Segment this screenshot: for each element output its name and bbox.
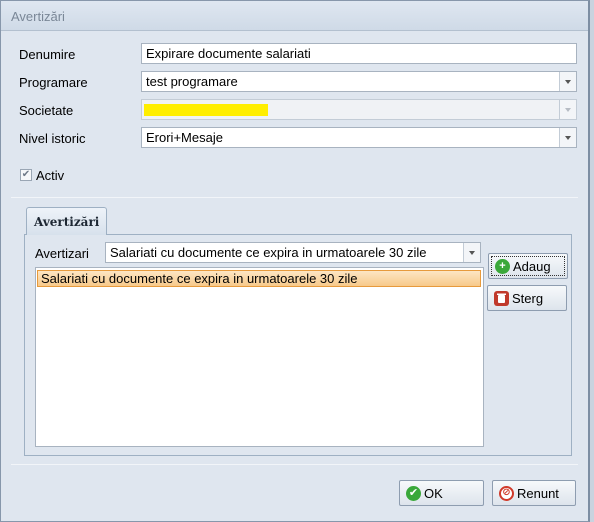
title-bar[interactable]: Avertizări xyxy=(1,1,588,31)
ok-button[interactable]: ✔ OK xyxy=(399,480,484,506)
avertizari-combo-value: Salariati cu documente ce expira in urma… xyxy=(110,245,427,260)
nivel-istoric-label: Nivel istoric xyxy=(19,131,86,146)
programare-combo[interactable]: test programare xyxy=(141,71,577,92)
activ-checkbox[interactable]: ✔ xyxy=(20,169,32,181)
avertizari-combo-label: Avertizari xyxy=(35,246,89,261)
programare-label: Programare xyxy=(19,75,88,90)
ok-button-label: OK xyxy=(424,485,443,501)
cancel-button-label: Renunt xyxy=(517,485,559,501)
chevron-down-icon xyxy=(559,100,576,119)
window-title: Avertizări xyxy=(11,9,65,24)
avertizari-list[interactable]: Salariati cu documente ce expira in urma… xyxy=(35,267,484,447)
footer-divider xyxy=(11,464,578,465)
denumire-input[interactable]: Expirare documente salariati xyxy=(141,43,577,64)
denumire-label: Denumire xyxy=(19,47,76,62)
programare-value: test programare xyxy=(146,74,238,89)
alert-dialog: Avertizări Denumire Expirare documente s… xyxy=(0,0,590,522)
avertizari-combo[interactable]: Salariati cu documente ce expira in urma… xyxy=(105,242,481,263)
societate-combo xyxy=(141,99,577,120)
nivel-istoric-combo[interactable]: Erori+Mesaje xyxy=(141,127,577,148)
chevron-down-icon[interactable] xyxy=(559,128,576,147)
checkmark-icon: ✔ xyxy=(406,485,421,501)
cancel-icon: ⊘ xyxy=(499,485,514,501)
divider xyxy=(11,197,578,198)
list-item[interactable]: Salariati cu documente ce expira in urma… xyxy=(37,270,481,287)
chevron-down-icon[interactable] xyxy=(463,243,480,262)
add-button[interactable]: + Adaug xyxy=(488,253,568,279)
tab-avertizari[interactable]: Avertizări xyxy=(26,207,107,235)
chevron-down-icon[interactable] xyxy=(559,72,576,91)
delete-button-label: Sterg xyxy=(512,290,544,306)
trash-icon xyxy=(494,290,509,306)
societate-label: Societate xyxy=(19,103,74,118)
activ-label: Activ xyxy=(36,168,65,183)
nivel-istoric-value: Erori+Mesaje xyxy=(146,130,223,145)
add-button-label: Adaug xyxy=(513,258,551,274)
cancel-button[interactable]: ⊘ Renunt xyxy=(492,480,576,506)
plus-icon: + xyxy=(495,258,510,274)
denumire-value: Expirare documente salariati xyxy=(146,46,311,61)
redacted-value xyxy=(144,104,268,116)
delete-button[interactable]: Sterg xyxy=(487,285,567,311)
